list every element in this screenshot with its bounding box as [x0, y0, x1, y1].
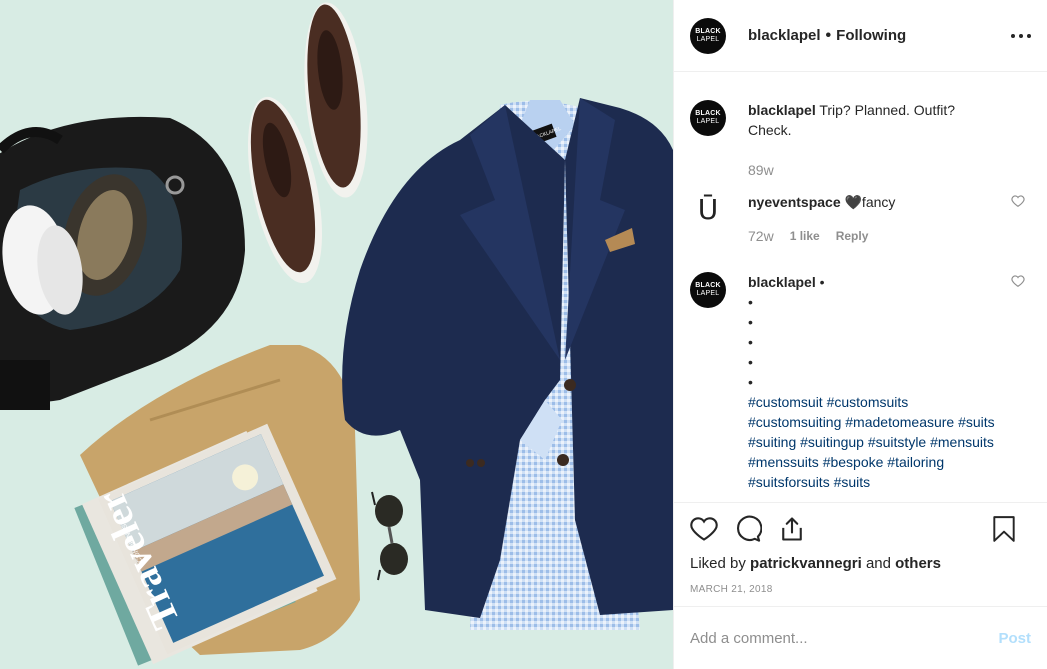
avatar[interactable]: Ū [690, 192, 726, 228]
avatar-line1: BLACK [695, 282, 721, 289]
post-image[interactable]: Traveler CONDÉ NAST BLACKLAPEL [0, 0, 673, 669]
bullet: • [748, 354, 753, 370]
hashtags[interactable]: #customsuit #customsuits #customsuiting … [748, 392, 998, 492]
dot [1027, 34, 1031, 38]
liked-by-others[interactable]: others [895, 555, 941, 572]
comment-icon[interactable] [734, 515, 762, 543]
comment-body: blacklapel • • • • • • #customsuit #cust… [748, 272, 998, 492]
reply-button[interactable]: Reply [836, 226, 869, 246]
comments-list[interactable]: BLACK LAPEL blacklapel Trip? Planned. Ou… [674, 72, 1047, 502]
comment-composer: Post [674, 606, 1047, 669]
header-username[interactable]: blacklapel [748, 27, 821, 44]
bullet: • [748, 314, 753, 330]
post-button[interactable]: Post [998, 630, 1031, 647]
avatar-line1: BLACK [695, 110, 721, 117]
outfit-illustration: Traveler CONDÉ NAST BLACKLAPEL [0, 0, 673, 669]
comment-text: 🖤fancy [844, 194, 896, 210]
avatar-line2: LAPEL [696, 290, 720, 297]
bullet: • [748, 374, 753, 390]
post-date[interactable]: MARCH 21, 2018 [690, 584, 1031, 595]
avatar-letter: Ū [697, 193, 719, 226]
action-icons [690, 503, 1031, 555]
post-header: BLACK LAPEL blacklapel • Following [674, 0, 1047, 72]
comment-username[interactable]: nyeventspace [748, 194, 841, 210]
avatar-line1: BLACK [695, 27, 721, 35]
heart-icon[interactable] [1011, 194, 1025, 208]
comment-suffix: • [819, 274, 825, 290]
comment-likes[interactable]: 1 like [790, 226, 820, 246]
post-side-panel: BLACK LAPEL blacklapel • Following BLACK… [673, 0, 1047, 669]
dot [1011, 34, 1015, 38]
liked-by-prefix: Liked by [690, 555, 746, 572]
more-options-icon[interactable] [1011, 26, 1031, 46]
avatar-line2: LAPEL [696, 35, 720, 43]
caption: BLACK LAPEL blacklapel Trip? Planned. Ou… [690, 100, 1031, 180]
heart-icon[interactable] [1011, 274, 1025, 288]
comment-meta: 72w 1 like Reply [748, 226, 998, 246]
comment-item: BLACK LAPEL blacklapel • • • • • • #cust… [690, 272, 1031, 492]
post-actions: Liked by patrickvannegri and others MARC… [674, 502, 1047, 606]
comment-body: nyeventspace 🖤fancy 72w 1 like Reply [748, 192, 998, 246]
comment-time[interactable]: 72w [748, 226, 774, 246]
caption-body: blacklapel Trip? Planned. Outfit? Check.… [748, 100, 998, 180]
caption-time[interactable]: 89w [748, 160, 998, 180]
heart-icon[interactable] [690, 515, 718, 543]
avatar[interactable]: BLACK LAPEL [690, 100, 726, 136]
bullet: • [748, 334, 753, 350]
header-separator: • [825, 26, 832, 44]
share-icon[interactable] [778, 515, 806, 543]
liked-by-conj: and [865, 555, 891, 572]
liked-by: Liked by patrickvannegri and others [690, 555, 1031, 572]
add-comment-input[interactable] [690, 629, 999, 647]
follow-status-button[interactable]: Following [836, 27, 906, 44]
comment-username[interactable]: blacklapel [748, 274, 816, 290]
bullet: • [748, 294, 753, 310]
bookmark-icon[interactable] [991, 515, 1017, 543]
dot [1019, 34, 1023, 38]
comment-item: Ū nyeventspace 🖤fancy 72w 1 like Reply [690, 192, 1031, 246]
avatar[interactable]: BLACK LAPEL [690, 272, 726, 308]
caption-username[interactable]: blacklapel [748, 102, 816, 118]
avatar-line2: LAPEL [696, 118, 720, 125]
liked-by-user[interactable]: patrickvannegri [750, 555, 862, 572]
avatar[interactable]: BLACK LAPEL [690, 17, 726, 54]
